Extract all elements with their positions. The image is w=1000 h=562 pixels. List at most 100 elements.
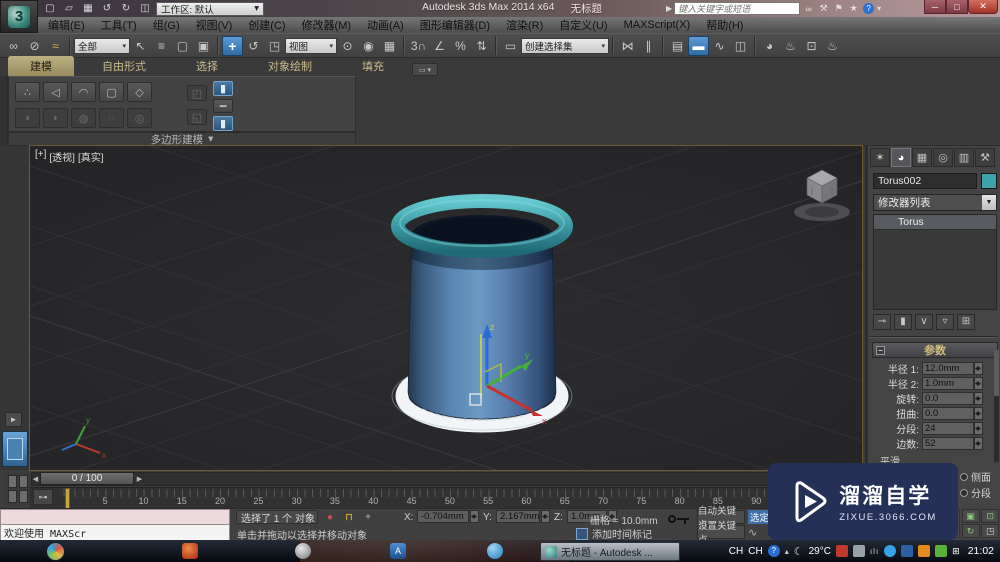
layer-manager-icon[interactable] — [667, 36, 688, 56]
parameter-field[interactable]: 0.0 — [922, 392, 974, 405]
menu-item[interactable]: 创建(C) — [240, 17, 293, 33]
angle-snap-icon[interactable] — [429, 36, 450, 56]
xyz-coords-icon[interactable] — [360, 510, 376, 524]
taskbar-app4-icon[interactable] — [487, 543, 503, 559]
menu-item[interactable]: 修改器(M) — [294, 17, 360, 33]
configure-sets-icon[interactable] — [957, 313, 975, 330]
edge-mode-button[interactable]: ◁ — [43, 82, 68, 102]
make-unique-icon[interactable] — [915, 313, 933, 330]
pin-stack-icon[interactable] — [873, 313, 891, 330]
vertex-mode-button[interactable]: ∴ — [15, 82, 40, 102]
perspective-viewport[interactable]: [+] [透视] [真实] z y x x y — [29, 0, 863, 562]
render-setup-icon[interactable] — [780, 36, 801, 56]
zoom-extents-all-icon[interactable] — [981, 509, 1000, 523]
isolate-pin-icon[interactable] — [322, 510, 338, 524]
utilities-tab-icon[interactable] — [975, 148, 995, 167]
x-coordinate-field[interactable]: -0.704mm — [417, 510, 469, 523]
object-color-swatch[interactable] — [981, 173, 997, 189]
tray-orange-icon[interactable] — [918, 545, 931, 557]
set-keys-icon[interactable] — [668, 514, 690, 524]
poly-tool-button[interactable]: ◎ — [127, 108, 152, 128]
parameter-spinner[interactable] — [974, 422, 983, 435]
tab-modeling[interactable]: 建模 — [8, 56, 74, 76]
hierarchy-tab-icon[interactable] — [912, 148, 932, 167]
ribbon-toggle-icon[interactable] — [688, 35, 709, 56]
named-sets-icon[interactable] — [500, 36, 521, 56]
taskbar-app3-icon[interactable]: A — [390, 543, 406, 559]
modifier-list-dropdown[interactable]: 修改器列表 ▼ — [873, 194, 997, 211]
search-input[interactable] — [674, 2, 801, 15]
zoom-extents-icon[interactable] — [961, 509, 980, 523]
parameter-field[interactable]: 52 — [922, 437, 974, 450]
new-key-filter-icon[interactable]: ∿ — [748, 526, 757, 539]
parameter-spinner[interactable] — [974, 437, 983, 450]
modify-tool-button[interactable]: ◰ — [187, 85, 207, 101]
menu-item[interactable]: 组(G) — [145, 17, 188, 33]
menu-item[interactable]: MAXScript(X) — [616, 17, 699, 33]
render-production-icon[interactable] — [822, 36, 843, 56]
panel-footer[interactable]: 多边形建模 ▾ — [8, 132, 356, 146]
prev-frame-icon[interactable]: ◀ — [31, 472, 40, 485]
active-task-button[interactable]: 无标题 - Autodesk ... — [540, 542, 680, 561]
tray-red-icon[interactable] — [835, 545, 848, 557]
menu-item[interactable]: 自定义(U) — [551, 17, 615, 33]
help-tray-icon[interactable]: ? — [767, 545, 780, 557]
parameter-spinner[interactable] — [974, 362, 983, 375]
element-mode-button[interactable]: ◇ — [127, 82, 152, 102]
unlink-selection-icon[interactable] — [24, 36, 45, 56]
pin-tool-button[interactable]: ▮ — [213, 81, 233, 96]
menu-item[interactable]: 帮助(H) — [698, 17, 751, 33]
selection-filter-dropdown[interactable]: 全部 ▾ — [74, 37, 130, 54]
schematic-view-icon[interactable] — [730, 36, 751, 56]
selection-set-dropdown[interactable]: 选定 — [748, 510, 770, 524]
menu-item[interactable]: 视图(V) — [188, 17, 241, 33]
select-object-icon[interactable] — [130, 36, 151, 56]
poly-tool-button[interactable]: ◗ — [43, 108, 68, 128]
new-icon[interactable] — [42, 2, 58, 16]
security-shield-icon[interactable] — [901, 545, 914, 557]
snap-3d-icon[interactable] — [408, 36, 429, 56]
display-tab-icon[interactable] — [954, 148, 974, 167]
pin-tool-button[interactable]: ▮ — [213, 116, 233, 131]
moon-icon[interactable]: ☾ — [794, 545, 804, 558]
set-key-button[interactable]: 设置关键点 — [697, 521, 745, 546]
ribbon-config-icon[interactable]: ▭ ▾ — [412, 63, 438, 76]
lang-indicator-1[interactable]: CH — [729, 546, 743, 557]
chevron-down-icon[interactable]: ▾ — [877, 4, 881, 13]
maxscript-mini-listener-pink[interactable] — [0, 509, 230, 525]
close-icon[interactable] — [968, 0, 998, 14]
tab-populate[interactable]: 填充 — [340, 56, 406, 76]
x-spinner[interactable] — [470, 510, 479, 523]
poly-tool-button[interactable]: ◍ — [71, 108, 96, 128]
align-icon[interactable] — [638, 36, 659, 56]
smoothing-option-segments[interactable]: 分段 — [960, 485, 991, 500]
tray-blue-icon[interactable] — [884, 545, 897, 557]
viewport-shading-menu[interactable]: [真实] — [78, 149, 104, 164]
spinner-snap-icon[interactable] — [471, 36, 492, 56]
modify-tool-button[interactable]: ◱ — [187, 109, 207, 125]
parameter-spinner[interactable] — [974, 407, 983, 420]
undo-icon[interactable] — [99, 2, 115, 16]
next-frame-icon[interactable]: ▶ — [135, 472, 144, 485]
remove-modifier-icon[interactable] — [936, 313, 954, 330]
time-slider-track[interactable] — [31, 472, 861, 486]
pivot-center-icon[interactable] — [337, 36, 358, 56]
parameter-field[interactable]: 12.0mm — [922, 362, 974, 375]
parameters-rollout-header[interactable]: − 参数 — [872, 342, 998, 358]
battery-icon[interactable] — [852, 545, 865, 557]
keyboard-override-icon[interactable] — [379, 36, 400, 56]
curve-editor-icon[interactable] — [709, 36, 730, 56]
tray-green-icon[interactable] — [935, 545, 948, 557]
app-logo-button[interactable]: 3 — [0, 0, 38, 33]
taskbar-app1-icon[interactable] — [182, 543, 198, 559]
panel-scrollbar[interactable] — [994, 350, 999, 462]
poly-tool-button[interactable]: ◌ — [99, 108, 124, 128]
rendered-frame-icon[interactable] — [801, 36, 822, 56]
select-by-name-icon[interactable] — [151, 36, 172, 56]
time-slider-handle[interactable]: 0 / 100 — [40, 472, 134, 485]
maximize-viewport-icon[interactable] — [981, 524, 1000, 538]
viewport-layout-tab[interactable] — [2, 431, 28, 467]
smoothing-option-sides[interactable]: 侧面 — [960, 469, 991, 484]
flyout-arrow-icon[interactable]: ▶ — [666, 4, 672, 13]
y-spinner[interactable] — [541, 510, 550, 523]
